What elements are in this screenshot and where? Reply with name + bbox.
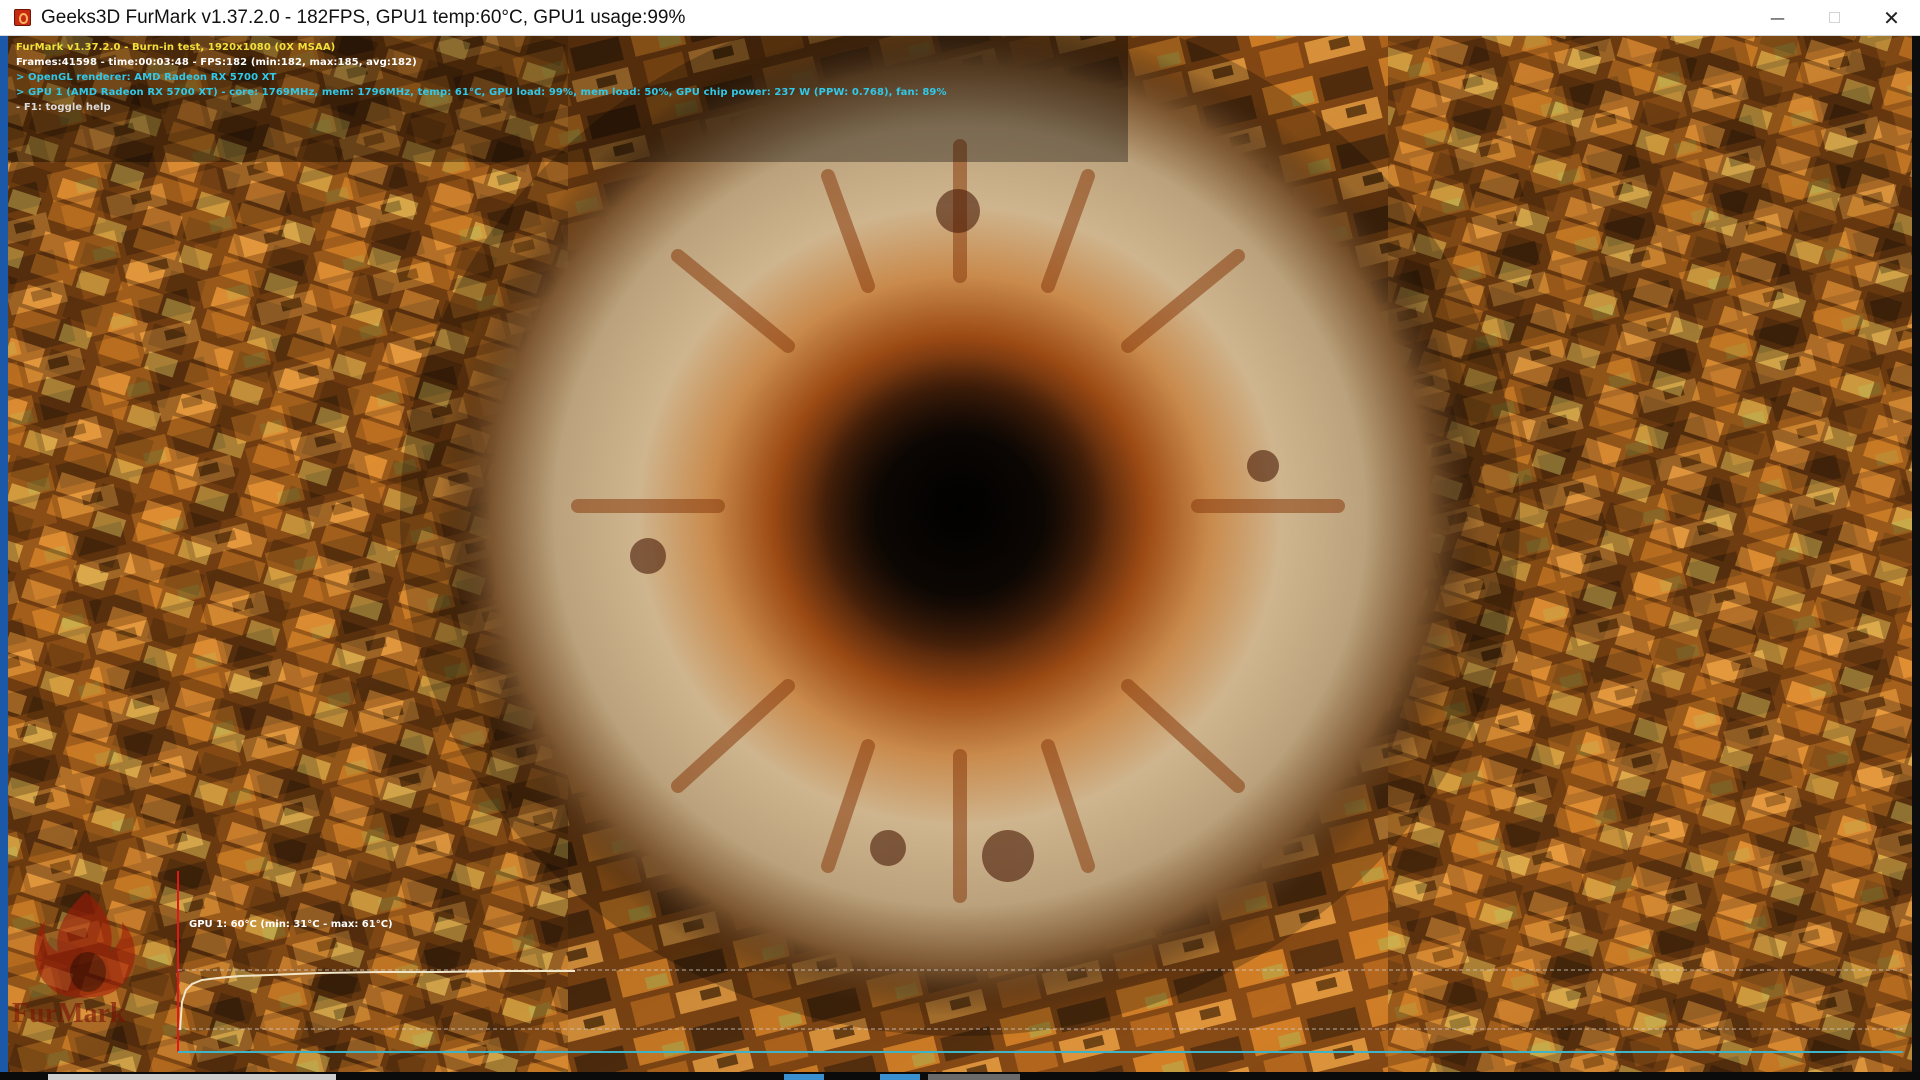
taskbar-segment [880, 1074, 920, 1080]
taskbar-segment [784, 1074, 824, 1080]
graph-label: GPU 1: 60°C (min: 31°C - max: 61°C) [189, 919, 393, 930]
temperature-graph [177, 871, 1903, 1053]
taskbar-segment [928, 1074, 1020, 1080]
taskbar-segment [48, 1074, 336, 1080]
temperature-curve [179, 970, 575, 1031]
